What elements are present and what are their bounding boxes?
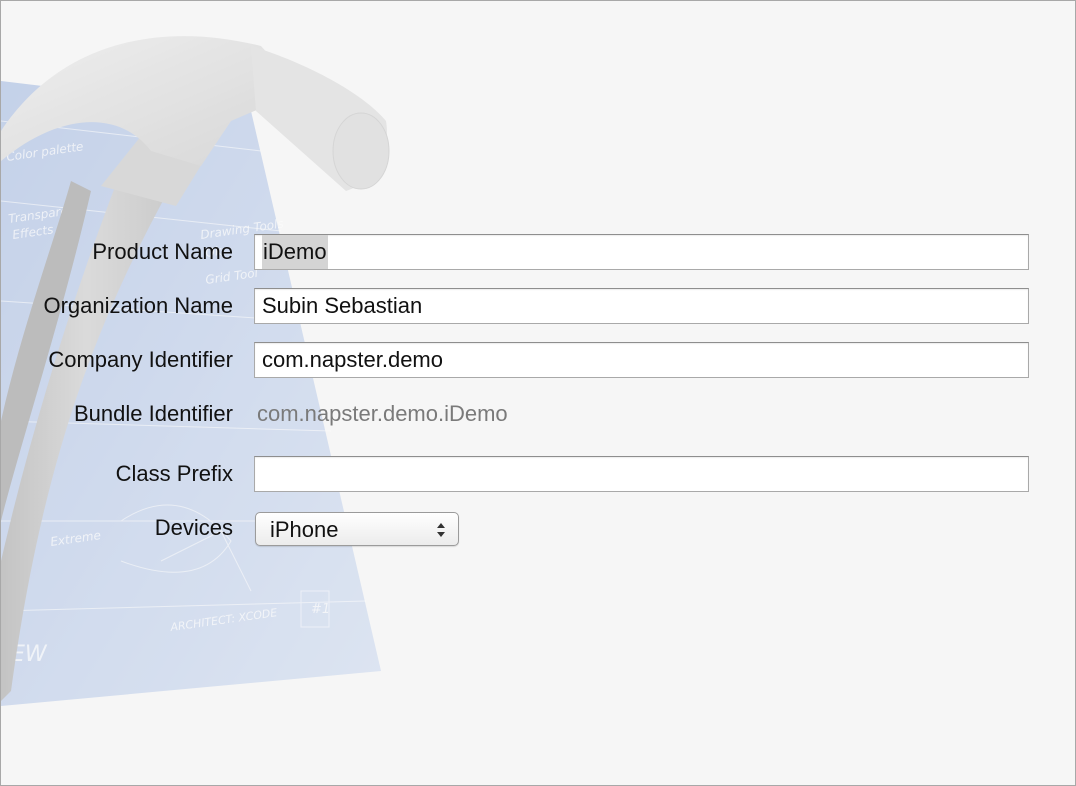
bundle-identifier-label: Bundle Identifier <box>74 401 233 426</box>
svg-text:#1: #1 <box>311 602 330 617</box>
company-identifier-value: com.napster.demo <box>262 347 443 372</box>
product-name-label: Product Name <box>92 239 233 264</box>
class-prefix-field[interactable] <box>254 456 1029 492</box>
organization-name-label: Organization Name <box>43 293 233 318</box>
up-down-arrows-icon <box>437 523 445 537</box>
bundle-identifier-value: com.napster.demo.iDemo <box>257 401 508 426</box>
company-identifier-label: Company Identifier <box>48 347 233 372</box>
organization-name-field[interactable]: Subin Sebastian <box>254 288 1029 324</box>
new-project-options-panel: Color palette Transparent Effects Drawin… <box>0 0 1076 786</box>
devices-label: Devices <box>154 515 233 540</box>
product-name-field[interactable]: iDemo <box>254 234 1029 270</box>
company-identifier-field[interactable]: com.napster.demo <box>254 342 1029 378</box>
class-prefix-label: Class Prefix <box>115 461 233 486</box>
organization-name-value: Subin Sebastian <box>262 293 423 318</box>
product-name-value: iDemo <box>262 235 328 269</box>
devices-selected-value: iPhone <box>270 517 339 542</box>
devices-popup-button[interactable]: iPhone <box>255 512 459 546</box>
